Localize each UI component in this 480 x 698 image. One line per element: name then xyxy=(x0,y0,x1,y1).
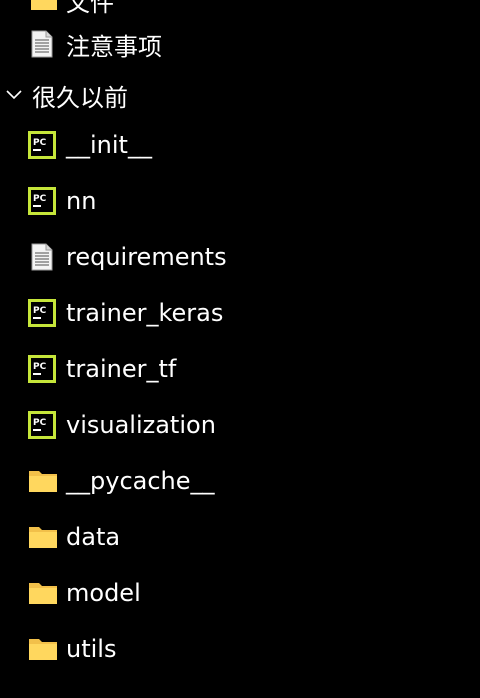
tree-item-label: model xyxy=(66,579,141,607)
folder-icon xyxy=(28,580,58,606)
tree-item[interactable]: data xyxy=(28,515,120,559)
svg-text:PC: PC xyxy=(33,306,47,316)
pycharm-file-icon: PC xyxy=(28,299,56,327)
tree-item[interactable]: PC trainer_keras xyxy=(28,291,223,335)
svg-text:PC: PC xyxy=(33,362,47,372)
pycharm-file-icon: PC xyxy=(28,187,56,215)
tree-item-label: __init__ xyxy=(66,131,152,159)
tree-item-label: trainer_tf xyxy=(66,355,177,383)
text-file-icon xyxy=(30,242,54,272)
tree-item-label: visualization xyxy=(66,411,216,439)
tree-item-label: utils xyxy=(66,635,117,663)
tree-item-label: data xyxy=(66,523,121,551)
tree-item-label: __pycache__ xyxy=(66,467,215,495)
folder-icon xyxy=(28,636,58,662)
tree-item[interactable]: PC trainer_tf xyxy=(28,347,176,391)
tree-item[interactable]: utils xyxy=(28,627,116,671)
tree-item-label: trainer_keras xyxy=(66,299,224,327)
pycharm-file-icon: PC xyxy=(28,355,56,383)
chevron-down-icon[interactable] xyxy=(5,86,23,104)
folder-icon xyxy=(30,0,58,12)
tree-item-label: 文件 xyxy=(66,0,114,17)
tree-item[interactable]: requirements xyxy=(30,235,227,279)
tree-item[interactable]: __pycache__ xyxy=(28,459,215,503)
svg-text:PC: PC xyxy=(33,194,47,204)
tree-item-note[interactable]: 注意事项 xyxy=(30,22,162,66)
tree-item-partial[interactable]: 文件 xyxy=(30,0,114,22)
text-file-icon xyxy=(30,29,54,59)
folder-icon xyxy=(28,468,58,494)
file-tree: 文件 注意事项 很久以前 PC __init__ PC nn requireme… xyxy=(0,0,480,698)
tree-item[interactable]: model xyxy=(28,571,141,615)
tree-item-label: 注意事项 xyxy=(66,32,162,61)
tree-group-label: 很久以前 xyxy=(32,83,128,112)
folder-icon xyxy=(28,524,58,550)
tree-item[interactable]: PC __init__ xyxy=(28,123,152,167)
tree-item-label: requirements xyxy=(66,243,227,271)
tree-item-label: nn xyxy=(66,187,97,215)
pycharm-file-icon: PC xyxy=(28,411,56,439)
svg-text:PC: PC xyxy=(33,138,47,148)
tree-group-header[interactable]: 很久以前 xyxy=(0,73,128,117)
tree-item[interactable]: PC visualization xyxy=(28,403,216,447)
svg-text:PC: PC xyxy=(33,418,47,428)
pycharm-file-icon: PC xyxy=(28,131,56,159)
tree-item[interactable]: PC nn xyxy=(28,179,96,223)
